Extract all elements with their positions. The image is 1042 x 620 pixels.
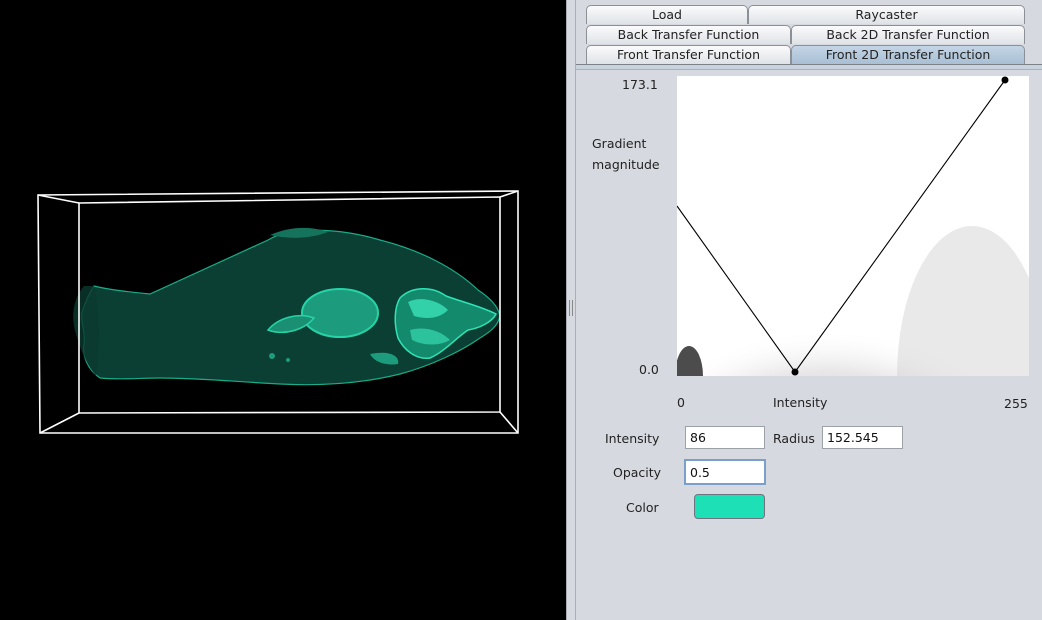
- radius-input[interactable]: [822, 426, 903, 449]
- radius-control-point: [1001, 76, 1009, 84]
- x-axis-min-label: 0: [677, 395, 685, 410]
- x-axis-label: Intensity: [773, 395, 828, 410]
- y-axis-max-label: 173.1: [622, 77, 658, 92]
- radius-label: Radius: [773, 431, 815, 446]
- y-axis-label-line2: magnitude: [592, 157, 660, 172]
- y-axis-min-label: 0.0: [639, 362, 659, 377]
- gradient-intensity-histogram: [677, 76, 1029, 376]
- tab-back-transfer-function[interactable]: Back Transfer Function: [586, 25, 791, 44]
- color-label: Color: [626, 500, 659, 515]
- volume-render-canvas[interactable]: [0, 0, 566, 620]
- tab-raycaster[interactable]: Raycaster: [748, 5, 1025, 24]
- intensity-input[interactable]: [685, 426, 765, 449]
- x-axis-max-label: 255: [1004, 396, 1028, 411]
- settings-panel: Load Raycaster Back Transfer Function Ba…: [576, 0, 1042, 620]
- tab-back-2d-transfer-function[interactable]: Back 2D Transfer Function: [791, 25, 1025, 44]
- intensity-label: Intensity: [605, 431, 660, 446]
- tab-load[interactable]: Load: [586, 5, 748, 24]
- tab-front-transfer-function[interactable]: Front Transfer Function: [586, 45, 791, 64]
- fish-volume-render: [73, 227, 501, 386]
- tab-content-border: [576, 64, 1042, 70]
- divider-grip-handle[interactable]: [569, 300, 573, 316]
- split-pane-divider[interactable]: [566, 0, 576, 620]
- transfer-function-2d-canvas[interactable]: [677, 76, 1029, 376]
- opacity-label: Opacity: [613, 465, 662, 480]
- volume-render-viewport[interactable]: [0, 0, 566, 620]
- color-picker-button[interactable]: [694, 494, 765, 519]
- y-axis-label-line1: Gradient: [592, 136, 647, 151]
- intensity-control-point: [791, 368, 799, 376]
- opacity-input[interactable]: [684, 459, 766, 485]
- tab-front-2d-transfer-function[interactable]: Front 2D Transfer Function: [791, 45, 1025, 64]
